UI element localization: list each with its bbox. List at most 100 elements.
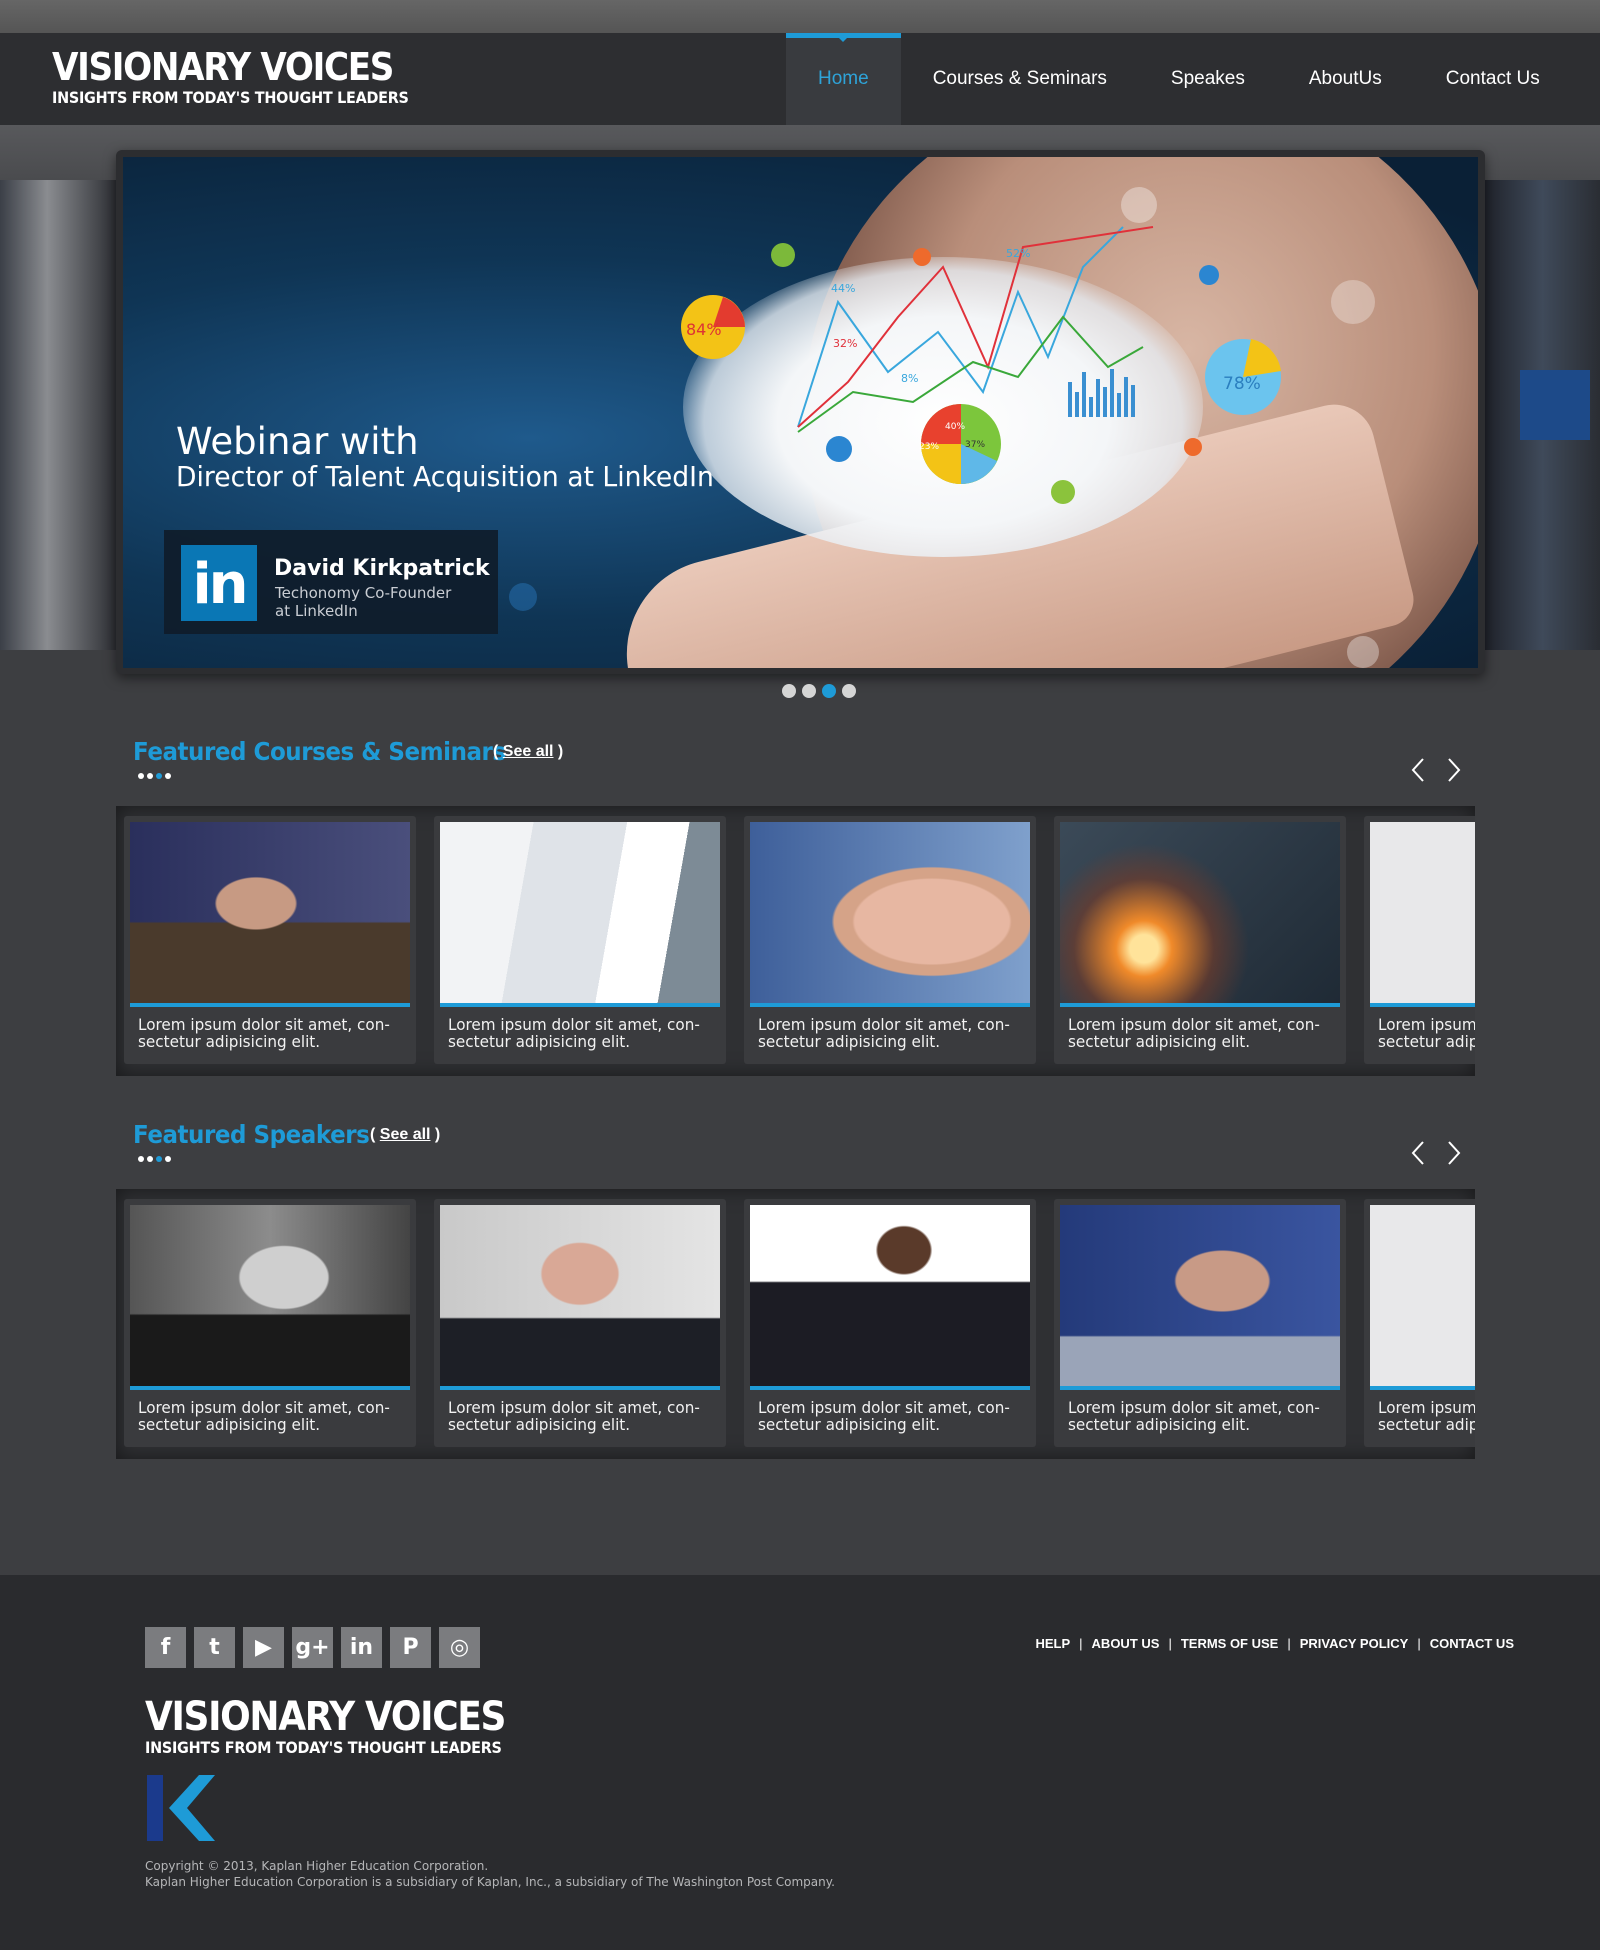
courses-carousel: Lorem ipsum dolor sit amet, con-sectetur… xyxy=(116,806,1475,1076)
footer-link-privacy[interactable]: PRIVACY POLICY xyxy=(1300,1636,1409,1651)
course-card[interactable]: Lorem ipsum dolor sit amet, con-sectetur… xyxy=(744,816,1036,1064)
speakers-arrows xyxy=(1409,1140,1463,1166)
speaker-role: Techonomy Co-Founder at LinkedIn xyxy=(275,584,452,620)
chart-label: 52% xyxy=(1006,247,1030,260)
subsidiary-line: Kaplan Higher Education Corporation is a… xyxy=(145,1875,835,1889)
course-photo xyxy=(750,822,1030,1007)
hero-image[interactable]: 84% 78% 44% 52% 32% 8% 40% 23% 37% Webin… xyxy=(123,157,1478,668)
slide-dot-2[interactable] xyxy=(802,684,816,698)
speaker-photo xyxy=(130,1205,410,1390)
courses-section-title: Featured Courses & Seminars xyxy=(133,737,506,766)
cross-bubble xyxy=(913,248,931,266)
linkedin-icon[interactable]: in xyxy=(341,1627,382,1668)
linkedin-icon: in xyxy=(181,545,257,621)
slider-pagination xyxy=(782,684,856,698)
bokeh-light xyxy=(1331,280,1375,324)
course-caption: Lorem ipsum dolor sit amet, con-sectetur… xyxy=(1378,1015,1475,1051)
footer-logo[interactable]: VISIONARY VOICES INSIGHTS FROM TODAY'S T… xyxy=(145,1695,545,1757)
facebook-icon[interactable]: f xyxy=(145,1627,186,1668)
footer: f t ▶ g+ in P ◎ HELP | ABOUT US | TERMS OF… xyxy=(0,1575,1600,1950)
idea-icon[interactable]: ◎ xyxy=(439,1627,480,1668)
plus-bubble xyxy=(1051,480,1075,504)
speaker-card[interactable]: Lorem ipsum dolor sit amet, con-sectetur… xyxy=(124,1199,416,1447)
top-band xyxy=(0,0,1600,33)
course-caption: Lorem ipsum dolor sit amet, con-sectetur… xyxy=(1068,1015,1320,1051)
twitter-icon[interactable]: t xyxy=(194,1627,235,1668)
speaker-caption: Lorem ipsum dolor sit amet, con-sectetur… xyxy=(448,1398,700,1434)
pinterest-icon[interactable]: P xyxy=(390,1627,431,1668)
pie-label-right: 78% xyxy=(1223,374,1261,394)
chart-label: 8% xyxy=(901,372,918,385)
slide-dot-4[interactable] xyxy=(842,684,856,698)
bokeh-light xyxy=(1347,636,1379,668)
courses-page-dots xyxy=(138,773,171,779)
next-slide-peek[interactable] xyxy=(1485,180,1600,650)
speaker-photo xyxy=(1060,1205,1340,1390)
footer-logo-title: VISIONARY VOICES xyxy=(145,1694,506,1740)
course-photo xyxy=(130,822,410,1007)
chart-label: 32% xyxy=(833,337,857,350)
slide-dot-1[interactable] xyxy=(782,684,796,698)
hero-title: Webinar with xyxy=(176,420,419,463)
speaker-card[interactable]: Lorem ipsum dolor sit amet, con-sectetur… xyxy=(1054,1199,1346,1447)
nav-item-contact[interactable]: Contact Us xyxy=(1414,33,1572,125)
footer-link-about[interactable]: ABOUT US xyxy=(1092,1636,1160,1651)
nav-item-speakers[interactable]: Speakes xyxy=(1139,33,1277,125)
prev-slide-peek[interactable] xyxy=(0,180,118,650)
logo-tagline: INSIGHTS FROM TODAY'S THOUGHT LEADERS xyxy=(52,88,409,107)
speaker-card[interactable]: Lorem ipsum dolor sit amet, con-sectetur… xyxy=(434,1199,726,1447)
courses-see-all[interactable]: ( See all ) xyxy=(493,743,563,761)
speakers-page-dots xyxy=(138,1156,171,1162)
course-caption: Lorem ipsum dolor sit amet, con-sectetur… xyxy=(138,1015,390,1051)
chevron-left-icon[interactable] xyxy=(1409,1140,1427,1166)
hero-slider: 84% 78% 44% 52% 32% 8% 40% 23% 37% Webin… xyxy=(116,150,1485,674)
chevron-right-icon[interactable] xyxy=(1445,757,1463,783)
social-links: f t ▶ g+ in P ◎ xyxy=(145,1627,480,1668)
speaker-photo xyxy=(440,1205,720,1390)
speakers-see-all-link[interactable]: See all xyxy=(380,1126,431,1143)
googleplus-icon[interactable]: g+ xyxy=(292,1627,333,1668)
site-logo[interactable]: VISIONARY VOICES INSIGHTS FROM TODAY'S T… xyxy=(52,45,448,107)
chevron-left-icon[interactable] xyxy=(1409,757,1427,783)
speaker-card[interactable]: Lorem ipsum dolor sit amet, con-sectetur… xyxy=(744,1199,1036,1447)
speaker-caption: Lorem ipsum dolor sit amet, con-sectetur… xyxy=(758,1398,1010,1434)
speaker-name: David Kirkpatrick xyxy=(274,556,490,581)
slide-dot-3[interactable] xyxy=(822,684,836,698)
nav-item-courses[interactable]: Courses & Seminars xyxy=(901,33,1139,125)
nav-item-about[interactable]: AboutUs xyxy=(1277,33,1414,125)
speaker-card[interactable]: Lorem ipsum dolor sit amet, con-sectetur… xyxy=(1364,1199,1475,1447)
course-photo xyxy=(1370,822,1475,1007)
main-nav: Home Courses & Seminars Speakes AboutUs … xyxy=(786,33,1572,125)
course-caption: Lorem ipsum dolor sit amet, con-sectetur… xyxy=(758,1015,1010,1051)
speaker-card[interactable]: in David Kirkpatrick Techonomy Co-Founde… xyxy=(164,530,498,634)
chart-label: 44% xyxy=(831,282,855,295)
course-card[interactable]: Lorem ipsum dolor sit amet, con-sectetur… xyxy=(1364,816,1475,1064)
header: VISIONARY VOICES INSIGHTS FROM TODAY'S T… xyxy=(0,33,1600,125)
kaplan-logo-icon xyxy=(147,1775,215,1841)
bokeh-light xyxy=(1121,187,1157,223)
speakers-see-all[interactable]: ( See all ) xyxy=(370,1126,440,1144)
pie-label-center: 40% xyxy=(945,422,965,432)
speaker-photo xyxy=(750,1205,1030,1390)
pie-label-center: 23% xyxy=(919,442,939,452)
hero-subtitle: Director of Talent Acquisition at Linked… xyxy=(176,460,714,493)
footer-link-help[interactable]: HELP xyxy=(1035,1636,1070,1651)
course-card[interactable]: Lorem ipsum dolor sit amet, con-sectetur… xyxy=(124,816,416,1064)
course-photo xyxy=(1060,822,1340,1007)
logo-title: VISIONARY VOICES xyxy=(52,45,394,89)
copyright-text: Copyright © 2013, Kaplan Higher Educatio… xyxy=(145,1858,835,1890)
courses-see-all-link[interactable]: See all xyxy=(503,743,554,760)
speaker-caption: Lorem ipsum dolor sit amet, con-sectetur… xyxy=(1378,1398,1475,1434)
youtube-icon[interactable]: ▶ xyxy=(243,1627,284,1668)
nav-item-home[interactable]: Home xyxy=(786,33,901,125)
plus-bubble xyxy=(826,436,852,462)
footer-logo-tagline: INSIGHTS FROM TODAY'S THOUGHT LEADERS xyxy=(145,1738,502,1757)
plus-bubble xyxy=(771,243,795,267)
chevron-right-icon[interactable] xyxy=(1445,1140,1463,1166)
speaker-photo xyxy=(1370,1205,1475,1390)
footer-link-contact[interactable]: CONTACT US xyxy=(1430,1636,1514,1651)
footer-links: HELP | ABOUT US | TERMS OF USE | PRIVACY PO… xyxy=(1035,1636,1514,1651)
course-card[interactable]: Lorem ipsum dolor sit amet, con-sectetur… xyxy=(1054,816,1346,1064)
footer-link-terms[interactable]: TERMS OF USE xyxy=(1181,1636,1279,1651)
course-card[interactable]: Lorem ipsum dolor sit amet, con-sectetur… xyxy=(434,816,726,1064)
